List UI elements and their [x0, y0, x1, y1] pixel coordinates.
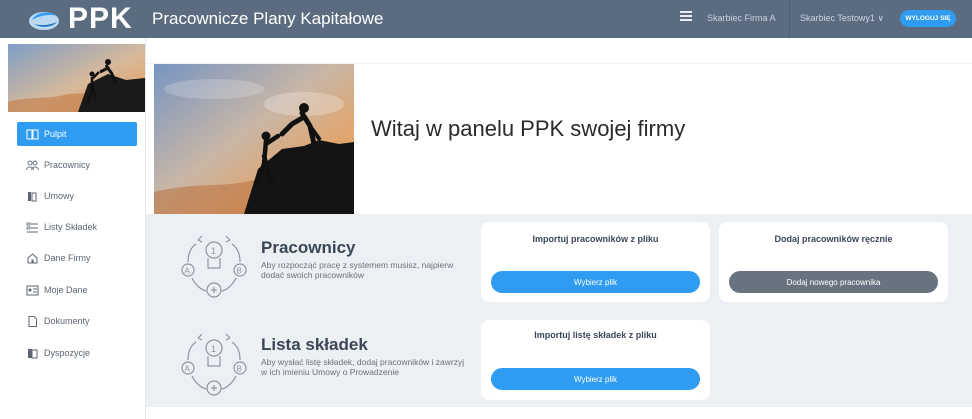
sidebar-item-listy-skladek[interactable]: Listy Składek [17, 215, 137, 239]
import-contributions-title: Importuj listę składek z pliku [534, 330, 657, 340]
main-top-strip [146, 38, 972, 64]
ppk-logo[interactable]: PPK [26, 2, 146, 35]
sidebar-item-label: Umowy [44, 191, 75, 201]
choose-employees-file-button[interactable]: Wybierz plik [491, 271, 700, 293]
sidebar-item-label: Moje Dane [44, 285, 88, 295]
sidebar-item-label: Dyspozycje [44, 348, 91, 358]
process-diagram-icon: 1 A B [176, 234, 252, 304]
sidebar-item-umowy[interactable]: Umowy [17, 184, 137, 208]
svg-text:B: B [237, 365, 242, 374]
svg-text:1: 1 [211, 344, 216, 354]
documents-icon [26, 191, 39, 202]
import-employees-card: Importuj pracowników z pliku Wybierz pli… [481, 222, 710, 302]
topbar-divider [789, 0, 790, 38]
logo-mark-icon [26, 6, 62, 32]
logout-button[interactable]: WYLOGUJ SIĘ [900, 10, 956, 27]
hamburger-menu-icon[interactable] [680, 11, 692, 21]
svg-text:B: B [237, 267, 242, 276]
sidebar-item-label: Listy Składek [44, 222, 98, 232]
company-name[interactable]: Skarbiec Firma A [707, 13, 776, 23]
hero-climbers-image [154, 64, 354, 214]
home-icon [26, 252, 39, 264]
book-icon [26, 129, 39, 140]
sidebar-item-pracownicy[interactable]: Pracownicy [17, 153, 137, 177]
bottom-strip [146, 407, 972, 419]
svg-text:A: A [185, 365, 191, 374]
sidebar-item-pulpit[interactable]: Pulpit [17, 122, 137, 146]
import-contributions-card: Importuj listę składek z pliku Wybierz p… [481, 320, 710, 400]
logo-text: PPK [68, 2, 133, 35]
svg-text:A: A [185, 267, 191, 276]
welcome-title: Witaj w panelu PPK swojej firmy [371, 116, 686, 141]
list-icon [26, 222, 39, 233]
sidebar: Pulpit Pracownicy Umowy Listy Składek Da… [0, 38, 146, 419]
id-card-icon [26, 285, 39, 296]
add-employees-manually-title: Dodaj pracowników ręcznie [774, 234, 893, 244]
sidebar-item-label: Pracownicy [44, 160, 91, 170]
sidebar-item-dyspozycje[interactable]: Dyspozycje [17, 341, 137, 365]
add-new-employee-button[interactable]: Dodaj nowego pracownika [729, 271, 938, 293]
sidebar-item-label: Dane Firmy [44, 253, 91, 263]
pracownicy-description: Aby rozpocząć pracę z systemem musisz, n… [261, 260, 454, 280]
sidebar-item-label: Pulpit [44, 129, 67, 139]
add-employees-manually-card: Dodaj pracowników ręcznie Dodaj nowego p… [719, 222, 948, 302]
sidebar-item-moje-dane[interactable]: Moje Dane [17, 278, 137, 302]
people-icon [26, 160, 39, 171]
sidebar-climbers-image [8, 44, 145, 112]
sidebar-item-dokumenty[interactable]: Dokumenty [17, 309, 137, 333]
choose-contributions-file-button[interactable]: Wybierz plik [491, 368, 700, 390]
sidebar-item-dane-firmy[interactable]: Dane Firmy [17, 246, 137, 270]
welcome-hero: Witaj w panelu PPK swojej firmy [146, 64, 972, 214]
actions-panel: 1 A B Pracownicy Aby rozpocząć pracę z s… [146, 214, 972, 407]
app-title: Pracownicze Plany Kapitałowe [152, 9, 384, 28]
folders-icon [26, 348, 39, 359]
svg-text:1: 1 [211, 246, 216, 256]
lista-skladek-description: Aby wysłać listę składek, dodaj pracowni… [261, 357, 465, 377]
process-diagram-icon: 1 A B [176, 332, 252, 402]
user-menu[interactable]: Skarbiec Testowy1 ∨ [800, 13, 884, 24]
file-icon [26, 315, 39, 327]
top-bar: PPK Pracownicze Plany Kapitałowe Skarbie… [0, 0, 972, 38]
pracownicy-title: Pracownicy [261, 238, 356, 257]
import-employees-title: Importuj pracowników z pliku [532, 234, 659, 244]
lista-skladek-title: Lista składek [261, 335, 368, 354]
sidebar-item-label: Dokumenty [44, 316, 90, 326]
